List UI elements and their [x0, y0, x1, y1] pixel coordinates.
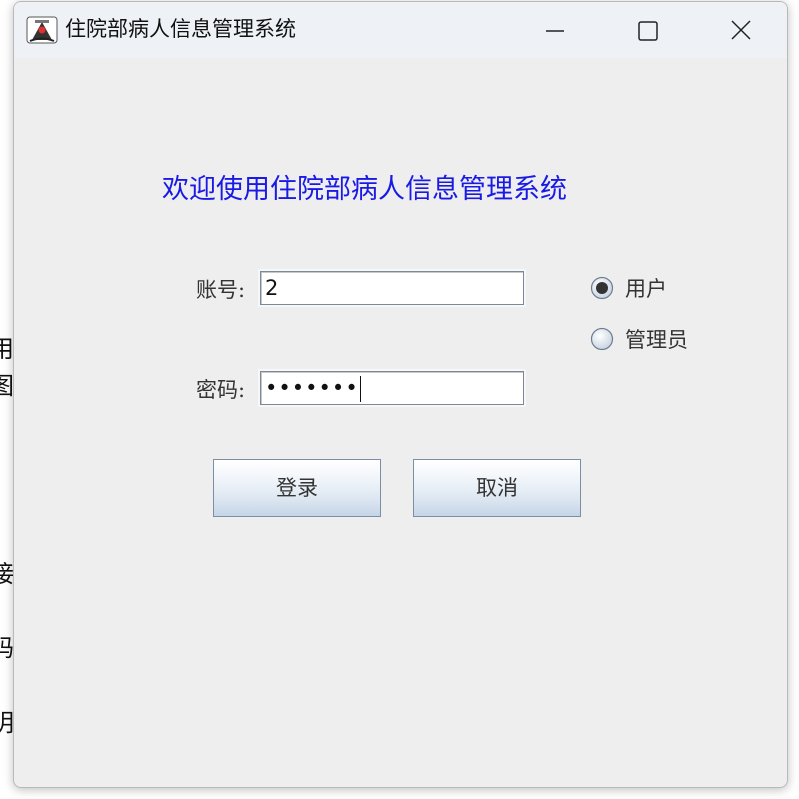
account-value: 2: [265, 276, 279, 300]
background-window-text-1: 用: [0, 335, 14, 363]
password-label: 密码:: [196, 378, 246, 402]
java-app-icon: [26, 14, 58, 46]
radio-selected-icon: [590, 276, 614, 300]
radio-unselected-icon: [590, 327, 614, 351]
login-window: 住院部病人信息管理系统 欢迎使用住院部病人信息管理系统 账号: 2 密码: ••…: [13, 1, 788, 788]
maximize-icon: [638, 21, 658, 41]
password-input[interactable]: •••••••: [260, 371, 524, 405]
account-input[interactable]: 2: [260, 271, 524, 305]
minimize-button[interactable]: [510, 2, 602, 58]
background-window-text-5: 明: [0, 709, 14, 737]
password-masked-value: •••••••: [265, 376, 359, 400]
login-button[interactable]: 登录: [213, 459, 381, 517]
background-window-text-2: 图: [0, 372, 14, 400]
minimize-icon: [546, 30, 564, 32]
window-title: 住院部病人信息管理系统: [65, 17, 296, 41]
text-caret: [359, 376, 361, 402]
radio-admin-label: 管理员: [625, 328, 688, 352]
account-label: 账号:: [196, 278, 246, 302]
maximize-button[interactable]: [602, 2, 694, 58]
close-button[interactable]: [694, 2, 786, 58]
background-window-text-3: 接: [0, 560, 14, 588]
background-window-text-4: 码: [0, 634, 14, 662]
radio-user-label: 用户: [625, 277, 667, 301]
cancel-button[interactable]: 取消: [413, 459, 581, 517]
title-bar[interactable]: 住院部病人信息管理系统: [14, 2, 787, 58]
welcome-heading: 欢迎使用住院部病人信息管理系统: [162, 174, 567, 205]
close-icon: [731, 20, 751, 40]
